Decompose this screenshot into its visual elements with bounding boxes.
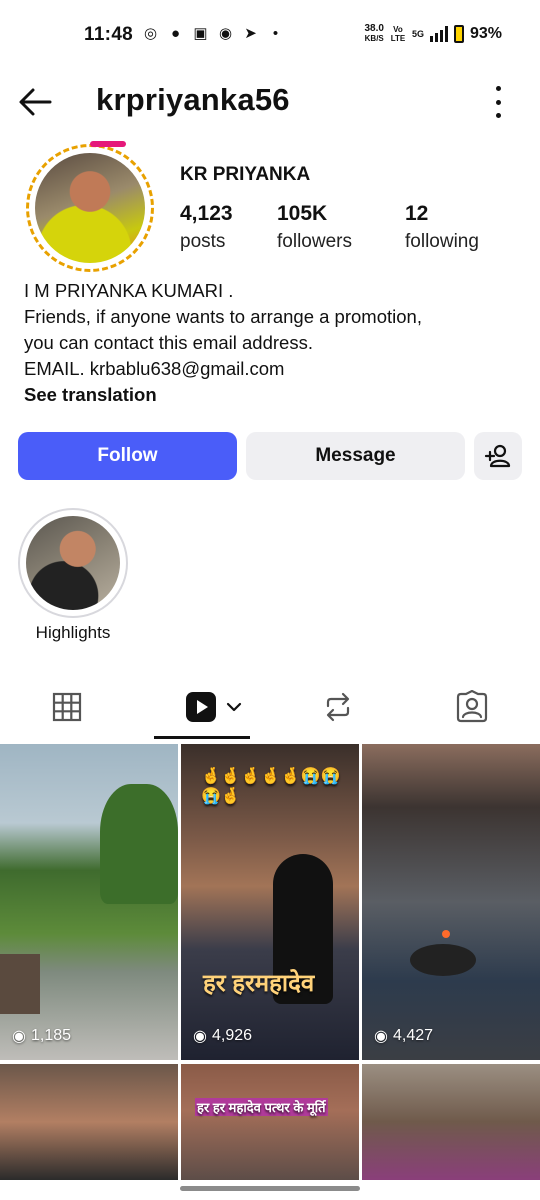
tab-reposts[interactable] xyxy=(316,682,360,732)
battery-icon xyxy=(453,25,464,43)
reel-thumbnail[interactable] xyxy=(362,1064,540,1180)
emoji-overlay: 🤞🤞🤞🤞🤞😭😭😭🤞 xyxy=(201,768,341,805)
lamp-flame-shape xyxy=(442,930,450,938)
posts-label: posts xyxy=(180,231,226,252)
follow-button[interactable]: Follow xyxy=(18,432,237,480)
more-notifications-icon: • xyxy=(272,25,279,42)
whatsapp-icon: ◎ xyxy=(143,25,158,42)
highlight-label: Highlights xyxy=(35,623,111,642)
profile-bio: I M PRIYANKA KUMARI . Friends, if anyone… xyxy=(24,278,524,408)
view-count: ◉ 4,926 xyxy=(193,1026,252,1046)
bio-line: I M PRIYANKA KUMARI . xyxy=(24,280,234,301)
repost-icon xyxy=(326,692,350,722)
content-tabs xyxy=(0,682,540,742)
network-speed-unit: KB/S xyxy=(364,34,384,43)
dot-icon xyxy=(495,86,501,91)
status-bar: 11:48 ◎ ● ▣ ◉ ➤ • 38.0 KB/S Vo LTE 5G 93… xyxy=(0,0,540,70)
following-label: following xyxy=(405,231,479,252)
eye-icon: ◉ xyxy=(12,1028,26,1045)
tree-shape xyxy=(100,784,178,904)
chevron-down-icon xyxy=(226,702,242,712)
back-button[interactable] xyxy=(16,82,56,122)
network-speed: 38.0 KB/S xyxy=(364,24,383,44)
eye-icon: ◉ xyxy=(193,1028,207,1045)
system-indicators: 38.0 KB/S Vo LTE 5G 93% xyxy=(364,24,502,44)
arrow-left-icon xyxy=(19,88,52,116)
reel-thumbnail[interactable]: ◉ 1,185 xyxy=(0,744,178,1060)
followers-label: followers xyxy=(277,231,352,252)
caption-overlay: हर हर महादेव पत्थर के मूर्ति xyxy=(195,1098,328,1116)
reels-icon xyxy=(186,692,216,722)
bio-line: Friends, if anyone wants to arrange a pr… xyxy=(24,306,422,327)
network-speed-value: 38.0 xyxy=(364,23,384,34)
dot-icon xyxy=(495,99,501,105)
posts-count: 4,123 xyxy=(180,202,233,225)
reel-thumbnail[interactable]: हर हर महादेव पत्थर के मूर्ति xyxy=(181,1064,359,1180)
profile-avatar[interactable] xyxy=(35,153,145,263)
view-count: ◉ 1,185 xyxy=(12,1026,71,1046)
followers-count: 105K xyxy=(277,202,328,225)
network-type: 5G xyxy=(411,29,424,39)
eye-icon: ◉ xyxy=(374,1028,388,1045)
view-count-value: 1,185 xyxy=(30,1027,72,1044)
profile-username: krpriyanka56 xyxy=(96,82,290,117)
tagged-user-icon xyxy=(456,690,488,723)
view-count-value: 4,427 xyxy=(392,1027,434,1044)
home-indicator[interactable] xyxy=(180,1186,360,1191)
bio-line: you can contact this email address. xyxy=(24,332,313,353)
signal-icon xyxy=(429,26,448,42)
add-user-icon xyxy=(484,444,511,468)
message-button[interactable]: Message xyxy=(246,432,465,480)
see-translation-link[interactable]: See translation xyxy=(24,382,524,408)
telegram-icon: ➤ xyxy=(244,25,257,42)
notification-icons: ◎ ● ▣ ◉ ➤ • xyxy=(142,25,284,42)
view-count: ◉ 4,427 xyxy=(374,1026,433,1046)
messenger-icon: ◉ xyxy=(218,25,233,42)
tab-grid[interactable] xyxy=(42,682,92,732)
chair-shape xyxy=(0,954,40,1014)
status-time: 11:48 xyxy=(84,24,134,45)
highlight-cover[interactable] xyxy=(26,516,120,610)
following-stat[interactable]: 12 following xyxy=(405,202,479,253)
plate-shape xyxy=(410,944,476,976)
followers-stat[interactable]: 105K followers xyxy=(277,202,352,253)
grid-icon xyxy=(52,692,82,722)
caption-overlay: हर हरमहादेव xyxy=(203,970,315,997)
facebook-icon: ● xyxy=(170,25,181,42)
profile-header: krpriyanka56 xyxy=(0,72,540,132)
view-count-value: 4,926 xyxy=(211,1027,253,1044)
reel-thumbnail[interactable]: 🤞🤞🤞🤞🤞😭😭😭🤞 हर हरमहादेव ◉ 4,926 xyxy=(181,744,359,1060)
active-tab-indicator xyxy=(154,736,250,739)
posts-stat[interactable]: 4,123 posts xyxy=(180,202,233,253)
bio-email-line[interactable]: EMAIL. krbablu638@gmail.com xyxy=(24,356,524,382)
following-count: 12 xyxy=(405,202,429,225)
chat-icon: ▣ xyxy=(193,25,208,42)
reel-thumbnail[interactable]: ◉ 4,427 xyxy=(362,744,540,1060)
display-name: KR PRIYANKA xyxy=(180,164,311,185)
tab-reels[interactable] xyxy=(178,682,250,732)
reel-thumbnail[interactable] xyxy=(0,1064,178,1180)
battery-percent: 93% xyxy=(469,25,502,42)
volte-icon: Vo LTE xyxy=(390,25,406,43)
dot-icon xyxy=(495,113,501,118)
suggested-users-button[interactable] xyxy=(474,432,522,480)
more-options-button[interactable] xyxy=(492,86,504,118)
tab-tagged[interactable] xyxy=(450,682,494,732)
